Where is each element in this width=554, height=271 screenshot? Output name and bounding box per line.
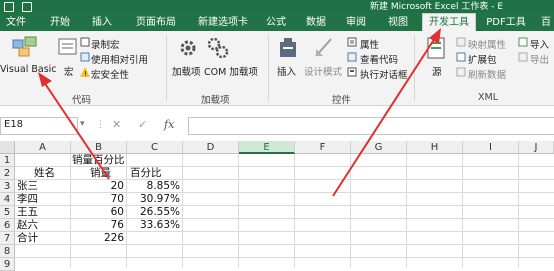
arrow-to-developer-tab	[332, 37, 436, 197]
annotation-arrows	[38, 28, 441, 197]
arrow-to-visual-basic	[43, 81, 110, 180]
